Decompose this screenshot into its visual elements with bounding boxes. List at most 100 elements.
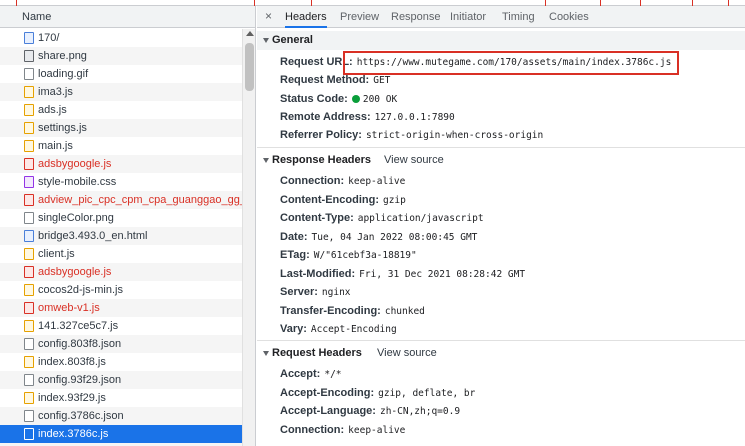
- section-divider: [257, 340, 745, 341]
- tab-response[interactable]: Response: [391, 6, 441, 28]
- request-name: client.js: [38, 248, 75, 260]
- request-name: main.js: [38, 140, 73, 152]
- request-row[interactable]: config.3786c.json: [0, 407, 242, 425]
- script-icon: [24, 86, 34, 98]
- blank-icon: [24, 212, 34, 224]
- response-header-row: Transfer-Encoding: chunked: [280, 302, 425, 320]
- request-row[interactable]: settings.js: [0, 119, 242, 137]
- status-code-value: 200 OK: [362, 94, 398, 105]
- request-row[interactable]: ads.js: [0, 101, 242, 119]
- response-header-name: Vary:: [280, 323, 307, 335]
- tab-initiator[interactable]: Initiator: [450, 6, 486, 28]
- request-row[interactable]: config.93f29.json: [0, 371, 242, 389]
- request-rows: 170/share.png loading.gif ima3.js ads.js set…: [0, 29, 242, 446]
- request-row[interactable]: index.93f29.js: [0, 389, 242, 407]
- request-headers-title: Request Headers: [272, 347, 362, 359]
- response-header-row: Content-Type: application/javascript: [280, 209, 484, 227]
- close-icon[interactable]: ×: [265, 6, 272, 28]
- request-header-row: Connection: keep-alive: [280, 421, 405, 439]
- collapse-triangle-icon: [263, 351, 269, 356]
- request-row[interactable]: style-mobile.css: [0, 173, 242, 191]
- request-row[interactable]: loading.gif: [0, 65, 242, 83]
- request-url-highlight-box: [343, 51, 679, 75]
- tab-timing[interactable]: Timing: [502, 6, 535, 28]
- request-details-panel: × Headers Preview Response Initiator Tim…: [257, 6, 745, 446]
- request-row[interactable]: cocos2d-js-min.js: [0, 281, 242, 299]
- scrollbar-thumb[interactable]: [245, 43, 254, 91]
- response-header-value: Fri, 31 Dec 2021 08:28:42 GMT: [359, 268, 526, 280]
- request-method-value: GET: [373, 75, 391, 86]
- remote-address-value: 127.0.0.1:7890: [374, 112, 455, 123]
- request-row[interactable]: 141.327ce5c7.js: [0, 317, 242, 335]
- tab-cookies[interactable]: Cookies: [549, 6, 589, 28]
- request-row[interactable]: share.png: [0, 47, 242, 65]
- request-name: ima3.js: [38, 86, 73, 98]
- details-tab-bar: × Headers Preview Response Initiator Tim…: [257, 6, 745, 28]
- request-header-name: Accept-Encoding:: [280, 386, 375, 399]
- response-header-value: gzip: [382, 194, 406, 206]
- request-name: config.93f29.json: [38, 374, 122, 386]
- request-name: index.803f8.js: [38, 356, 106, 368]
- request-row[interactable]: config.803f8.json: [0, 335, 242, 353]
- request-row[interactable]: bridge3.493.0_en.html: [0, 227, 242, 245]
- request-row[interactable]: adview_pic_cpc_cpm_cpa_guanggao_gg_ads_3: [0, 191, 242, 209]
- request-row[interactable]: singleColor.png: [0, 209, 242, 227]
- response-header-value: keep-alive: [348, 176, 406, 187]
- request-method-label: Request Method:: [280, 74, 370, 86]
- request-name: settings.js: [38, 122, 87, 134]
- script-icon: [24, 392, 34, 404]
- section-divider: [257, 147, 745, 148]
- response-view-source-link[interactable]: View source: [384, 151, 444, 170]
- request-row[interactable]: index.803f8.js: [0, 353, 242, 371]
- response-header-value: W/"61cebf3a-18819": [313, 250, 417, 261]
- request-list-scrollbar[interactable]: [242, 29, 255, 446]
- request-headers-section-header[interactable]: Request Headers View source: [257, 344, 745, 363]
- request-method-row: Request Method: GET: [280, 71, 390, 89]
- request-name: style-mobile.css: [38, 176, 117, 188]
- script-icon: [24, 248, 34, 260]
- request-row[interactable]: ima3.js: [0, 83, 242, 101]
- request-header-name: Accept-Language:: [280, 405, 376, 417]
- request-row[interactable]: adsbygoogle.js: [0, 263, 242, 281]
- name-column-header[interactable]: Name: [0, 6, 255, 28]
- request-name: 141.327ce5c7.js: [38, 320, 119, 332]
- request-row[interactable]: client.js: [0, 245, 242, 263]
- general-section-header[interactable]: General: [257, 31, 745, 50]
- css-icon: [24, 176, 34, 188]
- request-row[interactable]: main.js: [0, 137, 242, 155]
- response-header-name: Last-Modified:: [280, 267, 356, 280]
- request-header-name: Connection:: [280, 423, 345, 436]
- request-view-source-link[interactable]: View source: [377, 344, 437, 363]
- request-header-value: */*: [324, 369, 342, 380]
- scroll-up-arrow-icon[interactable]: [246, 31, 254, 36]
- script-icon: [24, 122, 34, 134]
- request-header-row: Accept-Encoding: gzip, deflate, br: [280, 384, 475, 402]
- request-header-value: gzip, deflate, br: [378, 387, 476, 399]
- request-list-panel: Name 170/share.png loading.gif ima3.js ads.…: [0, 6, 256, 446]
- request-name: share.png: [38, 50, 87, 62]
- request-row[interactable]: omweb-v1.js: [0, 299, 242, 317]
- request-row[interactable]: index.3786c.js: [0, 425, 242, 443]
- response-headers-section-header[interactable]: Response Headers View source: [257, 151, 745, 170]
- response-header-name: Content-Type:: [280, 212, 354, 224]
- request-row[interactable]: 170/: [0, 29, 242, 47]
- status-ok-dot-icon: [351, 95, 360, 103]
- request-name: adsbygoogle.js: [38, 158, 112, 170]
- status-code-row: Status Code: 200 OK: [280, 90, 397, 108]
- collapse-triangle-icon: [263, 38, 269, 43]
- response-header-name: Date:: [280, 230, 308, 243]
- doc-icon: [24, 32, 34, 44]
- tab-headers[interactable]: Headers: [285, 6, 327, 28]
- tab-preview[interactable]: Preview: [340, 6, 379, 28]
- json-icon: [24, 374, 34, 386]
- blank-icon: [24, 68, 34, 80]
- script-icon: [24, 320, 34, 332]
- script-icon: [24, 428, 34, 440]
- script-icon: [24, 140, 34, 152]
- referrer-policy-value: strict-origin-when-cross-origin: [365, 130, 544, 141]
- referrer-policy-row: Referrer Policy: strict-origin-when-cross…: [280, 126, 543, 144]
- request-row[interactable]: adsbygoogle.js: [0, 155, 242, 173]
- request-name: bridge3.493.0_en.html: [38, 230, 148, 242]
- request-name: cocos2d-js-min.js: [38, 284, 123, 296]
- script-error-icon: [24, 266, 34, 278]
